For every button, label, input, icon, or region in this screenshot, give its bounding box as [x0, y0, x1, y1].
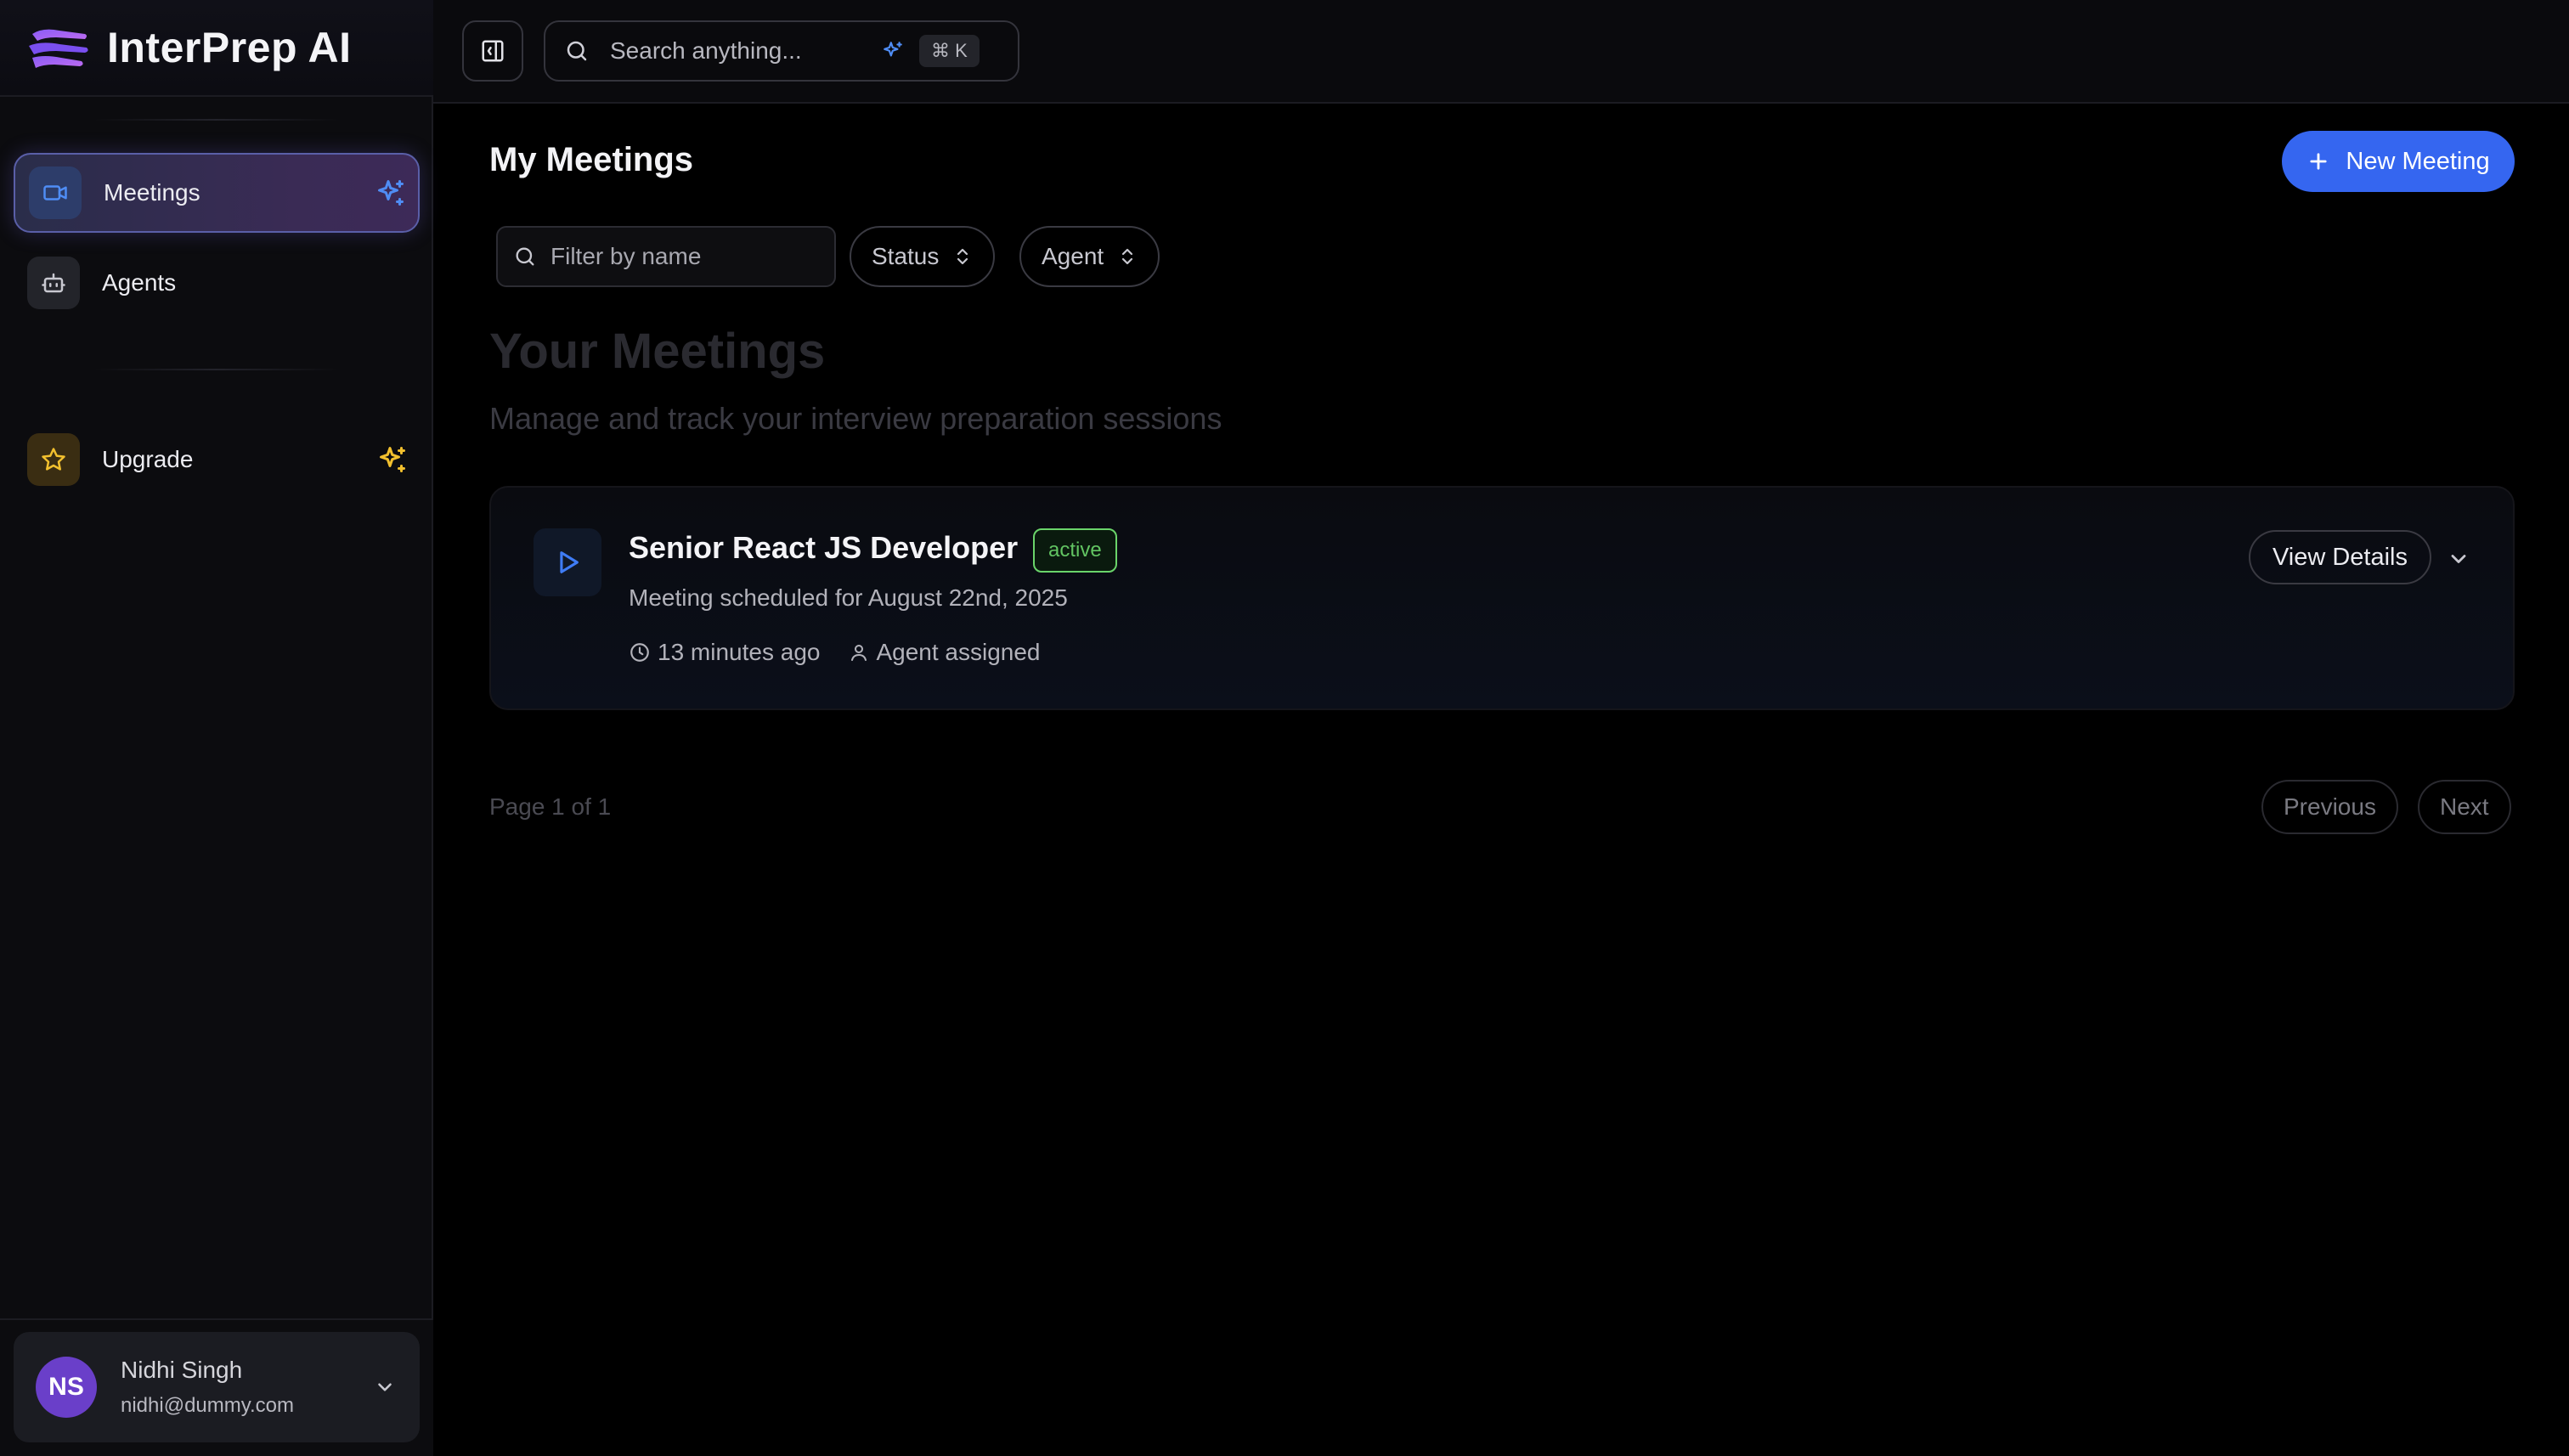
previous-page-button[interactable]: Previous: [2261, 780, 2398, 834]
filter-placeholder: Filter by name: [550, 243, 702, 269]
panel-toggle-icon: [482, 40, 504, 62]
sidebar-item-label: Meetings: [104, 179, 200, 206]
chevrons-up-down-icon: [952, 246, 973, 267]
user-info: Nidhi Singh nidhi@dummy.com: [121, 1357, 294, 1418]
search-icon: [516, 247, 534, 266]
user-icon: [851, 645, 867, 661]
meeting-agent: Agent assigned: [849, 639, 1041, 666]
sidebar-item-agents[interactable]: Agents: [14, 243, 420, 323]
filter-name-input[interactable]: Filter by name: [496, 226, 836, 287]
search-placeholder: Search anything...: [610, 37, 802, 64]
new-meeting-label: New Meeting: [2346, 147, 2490, 175]
meeting-title: Senior React JS Developer: [629, 530, 1019, 565]
status-filter-label: Status: [872, 243, 940, 269]
sidebar-toggle-button[interactable]: [462, 20, 523, 82]
status-badge: active: [1033, 528, 1117, 573]
clock-icon: [630, 643, 649, 662]
star-icon: [27, 433, 80, 486]
bot-icon: [27, 257, 80, 309]
user-area: NS Nidhi Singh nidhi@dummy.com: [0, 1318, 433, 1456]
sparkle-icon: [380, 447, 405, 472]
meeting-schedule: Meeting scheduled for August 22nd, 2025: [629, 584, 1068, 611]
agent-filter-button[interactable]: Agent: [1019, 226, 1160, 287]
chevrons-up-down-icon: [1117, 246, 1138, 267]
pagination-info: Page 1 of 1: [489, 793, 612, 820]
next-page-button[interactable]: Next: [2418, 780, 2511, 834]
chevron-down-icon: [378, 1383, 392, 1391]
time-ago: 13 minutes ago: [658, 639, 821, 665]
meeting-card[interactable]: Senior React JS Developer active Meeting…: [489, 486, 2515, 710]
divider: [93, 119, 340, 121]
brand[interactable]: InterPrep AI: [0, 0, 433, 97]
video-icon: [29, 166, 82, 219]
view-details-button[interactable]: View Details: [2248, 530, 2431, 584]
brand-name: InterPrep AI: [107, 24, 352, 71]
section-subtitle: Manage and track your interview preparat…: [489, 401, 1222, 436]
avatar: NS: [36, 1357, 97, 1418]
user-name: Nidhi Singh: [121, 1357, 243, 1383]
brand-logo-icon: [29, 29, 88, 68]
topbar: Search anything... ⌘ K: [433, 0, 2569, 104]
agent-filter-label: Agent: [1042, 243, 1104, 269]
sidebar-item-label: Agents: [102, 269, 177, 296]
sidebar-item-meetings[interactable]: Meetings: [14, 153, 420, 233]
meeting-time: 13 minutes ago: [629, 639, 820, 666]
keyboard-shortcut: ⌘ K: [919, 35, 980, 67]
plus-icon: [2306, 150, 2330, 173]
user-email: nidhi@dummy.com: [121, 1394, 294, 1417]
sidebar-item-upgrade[interactable]: Upgrade: [14, 420, 420, 499]
status-filter-button[interactable]: Status: [850, 226, 996, 287]
chevron-down-icon[interactable]: [2447, 547, 2470, 571]
agent-status: Agent assigned: [876, 639, 1041, 665]
page-title: My Meetings: [489, 141, 694, 178]
search-icon: [567, 41, 587, 61]
new-meeting-button[interactable]: New Meeting: [2282, 131, 2515, 192]
sparkle-icon: [884, 42, 902, 57]
sparkle-icon: [378, 180, 404, 206]
search-input[interactable]: Search anything... ⌘ K: [544, 20, 1019, 82]
section-title: Your Meetings: [489, 324, 826, 379]
divider: [93, 369, 340, 370]
sidebar-item-label: Upgrade: [102, 446, 194, 472]
play-icon: [534, 528, 601, 596]
meeting-meta: 13 minutes ago Agent assigned: [629, 639, 1070, 666]
sidebar: InterPrep AI Meetings Agents Upgrade NS …: [0, 0, 433, 1456]
user-menu-button[interactable]: NS Nidhi Singh nidhi@dummy.com: [14, 1332, 420, 1442]
